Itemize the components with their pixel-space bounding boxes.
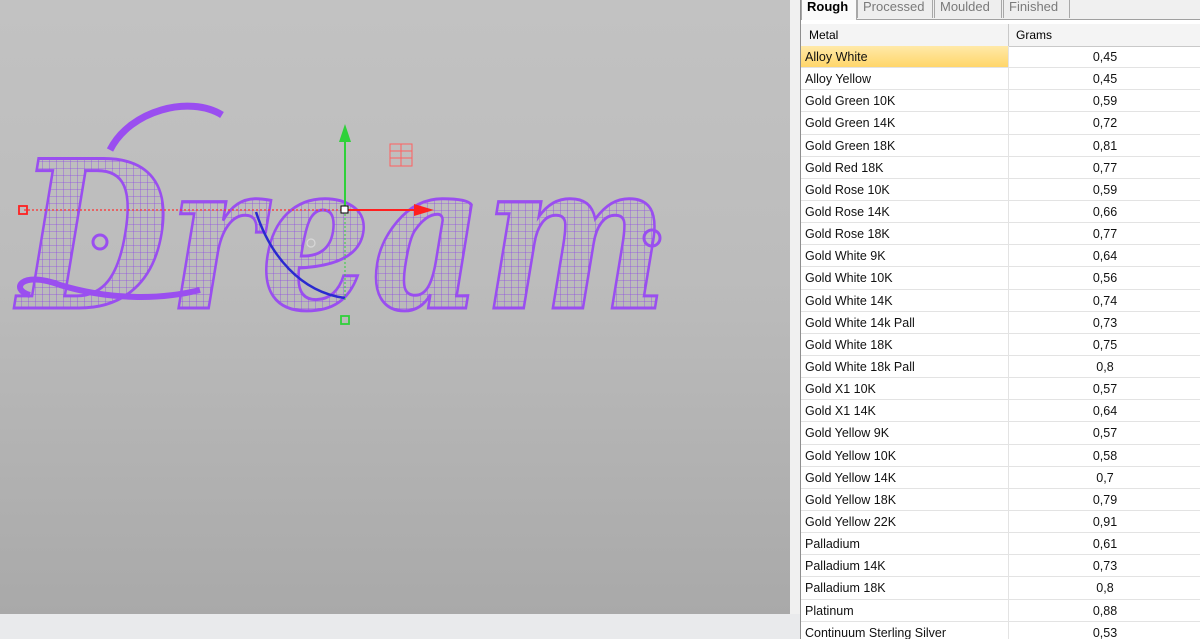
metal-cell[interactable]: Gold White 18K [805,338,893,352]
metal-cell[interactable]: Palladium [805,537,860,551]
3d-viewport[interactable]: Dream [0,0,790,614]
grams-cell[interactable]: 0,79 [1009,493,1200,507]
grams-cell[interactable]: 0,72 [1009,116,1200,130]
grams-cell[interactable]: 0,91 [1009,515,1200,529]
metal-cell[interactable]: Alloy White [805,50,868,64]
grams-cell[interactable]: 0,56 [1009,271,1200,285]
weight-tabs: Rough Processed Moulded Finished [801,0,1200,20]
metal-cell[interactable]: Gold X1 10K [805,382,876,396]
grams-cell[interactable]: 0,53 [1009,626,1200,639]
table-row[interactable]: Continuum Sterling Silver 0,53 [801,621,1200,639]
metal-cell[interactable]: Gold Yellow 10K [805,449,896,463]
table-row[interactable]: Gold Red 18K 0,77 [801,156,1200,179]
column-header-grams[interactable]: Grams [1016,28,1052,42]
wireframe-scene[interactable]: Dream [0,0,790,614]
table-row[interactable]: Palladium 18K 0,8 [801,577,1200,600]
table-row[interactable]: Palladium 14K 0,73 [801,555,1200,578]
metal-cell[interactable]: Platinum [805,604,854,618]
grams-cell[interactable]: 0,45 [1009,50,1200,64]
table-row[interactable]: Gold Yellow 9K 0,57 [801,422,1200,445]
viewport-statusbar [0,614,800,639]
metal-weight-table: Alloy White 0,45 Alloy Yellow 0,45 Gold Gree… [801,46,1200,639]
metal-cell[interactable]: Palladium 18K [805,581,886,595]
metal-cell[interactable]: Gold White 14K [805,294,893,308]
table-row[interactable]: Platinum 0,88 [801,599,1200,622]
table-row[interactable]: Gold Green 14K 0,72 [801,112,1200,135]
table-row[interactable]: Gold White 18K 0,75 [801,333,1200,356]
table-row[interactable]: Gold Yellow 22K 0,91 [801,510,1200,534]
table-row[interactable]: Gold White 10K 0,56 [801,267,1200,290]
grams-cell[interactable]: 0,75 [1009,338,1200,352]
metal-cell[interactable]: Gold White 9K [805,249,886,263]
tab-rough[interactable]: Rough [801,0,857,20]
metal-cell[interactable]: Gold Yellow 22K [805,515,896,529]
metal-cell[interactable]: Alloy Yellow [805,72,871,86]
grams-cell[interactable]: 0,73 [1009,559,1200,573]
table-row[interactable]: Gold Rose 10K 0,59 [801,178,1200,201]
table-row[interactable]: Palladium 0,61 [801,533,1200,556]
metal-cell[interactable]: Gold Rose 10K [805,183,890,197]
tab-processed[interactable]: Processed [857,0,933,18]
table-row[interactable]: Gold White 18k Pall 0,8 [801,355,1200,379]
table-row[interactable]: Gold X1 14K 0,64 [801,400,1200,423]
grams-cell[interactable]: 0,7 [1009,471,1200,485]
table-row[interactable]: Gold X1 10K 0,57 [801,378,1200,401]
metal-cell[interactable]: Gold White 14k Pall [805,316,915,330]
grams-cell[interactable]: 0,64 [1009,404,1200,418]
grams-cell[interactable]: 0,73 [1009,316,1200,330]
table-row[interactable]: Gold Rose 18K 0,77 [801,223,1200,246]
table-row[interactable]: Gold White 14K 0,74 [801,289,1200,312]
metal-cell[interactable]: Gold Green 14K [805,116,895,130]
metal-weight-panel: Rough Processed Moulded Finished Metal G… [800,0,1200,639]
grams-cell[interactable]: 0,64 [1009,249,1200,263]
metal-cell[interactable]: Gold X1 14K [805,404,876,418]
metal-cell[interactable]: Gold Yellow 18K [805,493,896,507]
grams-cell[interactable]: 0,88 [1009,604,1200,618]
metal-cell[interactable]: Gold Red 18K [805,161,884,175]
table-row[interactable]: Gold Yellow 18K 0,79 [801,488,1200,511]
grams-cell[interactable]: 0,77 [1009,227,1200,241]
table-row[interactable]: Gold White 9K 0,64 [801,245,1200,268]
metal-cell[interactable]: Continuum Sterling Silver [805,626,946,639]
grams-cell[interactable]: 0,81 [1009,139,1200,153]
table-row[interactable]: Gold Green 10K 0,59 [801,90,1200,113]
metal-cell[interactable]: Gold Green 18K [805,139,895,153]
gizmo-origin-handle[interactable] [340,205,349,214]
grams-cell[interactable]: 0,74 [1009,294,1200,308]
column-header-metal[interactable]: Metal [809,28,838,42]
grams-cell[interactable]: 0,66 [1009,205,1200,219]
metal-cell[interactable]: Gold White 10K [805,271,893,285]
grams-cell[interactable]: 0,57 [1009,426,1200,440]
table-row[interactable]: Gold Yellow 14K 0,7 [801,466,1200,489]
grams-cell[interactable]: 0,45 [1009,72,1200,86]
table-row[interactable]: Alloy White 0,45 [801,46,1200,69]
metal-cell[interactable]: Gold Rose 18K [805,227,890,241]
column-divider [1008,24,1009,46]
grams-cell[interactable]: 0,57 [1009,382,1200,396]
metal-cell[interactable]: Gold White 18k Pall [805,360,915,374]
table-row[interactable]: Gold Yellow 10K 0,58 [801,444,1200,467]
table-row[interactable]: Alloy Yellow 0,45 [801,68,1200,91]
tab-moulded[interactable]: Moulded [934,0,1002,18]
grams-cell[interactable]: 0,77 [1009,161,1200,175]
table-row[interactable]: Gold Green 18K 0,81 [801,134,1200,157]
metal-cell[interactable]: Palladium 14K [805,559,886,573]
grams-cell[interactable]: 0,58 [1009,449,1200,463]
tab-finished[interactable]: Finished [1003,0,1070,18]
grams-cell[interactable]: 0,8 [1009,360,1200,374]
grid-header: Metal Grams [801,24,1200,47]
table-row[interactable]: Gold Rose 14K 0,66 [801,200,1200,224]
metal-cell[interactable]: Gold Rose 14K [805,205,890,219]
grams-cell[interactable]: 0,8 [1009,581,1200,595]
table-row[interactable]: Gold White 14k Pall 0,73 [801,311,1200,334]
grams-cell[interactable]: 0,59 [1009,94,1200,108]
grams-cell[interactable]: 0,59 [1009,183,1200,197]
splitter[interactable] [790,0,800,639]
metal-cell[interactable]: Gold Yellow 9K [805,426,889,440]
metal-cell[interactable]: Gold Green 10K [805,94,895,108]
grams-cell[interactable]: 0,61 [1009,537,1200,551]
metal-cell[interactable]: Gold Yellow 14K [805,471,896,485]
